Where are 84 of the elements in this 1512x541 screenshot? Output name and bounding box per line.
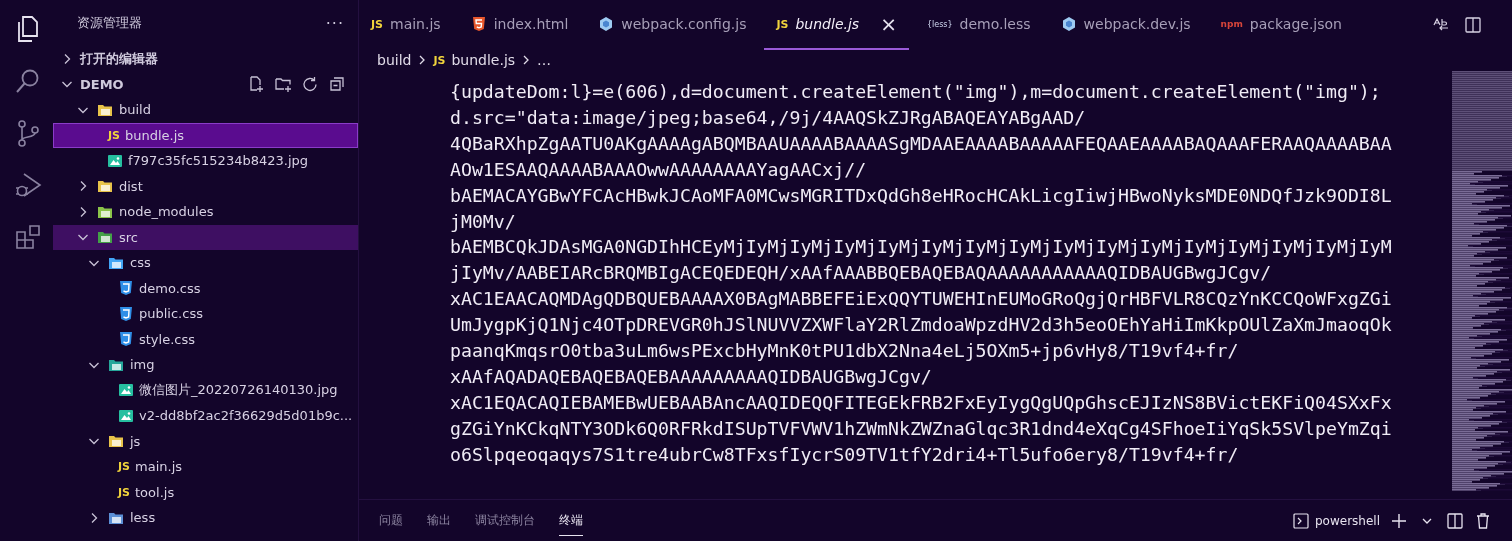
plus-icon[interactable] — [1390, 511, 1408, 530]
html-file-icon — [470, 16, 487, 32]
less-file-icon: {less} — [926, 19, 953, 29]
file-item[interactable]: JS tool.js — [53, 479, 358, 505]
section-header[interactable]: DEMO — [80, 76, 124, 92]
code-line: AOw1ESAAQAAAABAAAOwwAAAAAAAAYagAACxj// — [450, 157, 867, 182]
code-line: bAEMACAYGBwYFCAcHBwkJCAoMFA0MCwsMGRITDxQdGh8eHRocHCAkLicgIiwjHBwoNyksMDE0NDQfJzk9ODI8L — [450, 183, 1392, 208]
folder-item[interactable]: css — [53, 250, 358, 276]
editor-tab[interactable]: webpack.config.js — [586, 0, 759, 50]
terminal-name[interactable]: powershell — [1315, 513, 1380, 528]
cube-icon — [1060, 16, 1077, 32]
file-item[interactable]: public.css — [53, 301, 358, 327]
code-line: paanqKmqsrO0tba3uLm6wsPExcbHyMnK0tPU1dbX2Nna4eLj5OXm5+jp6vHy8/T19vf4+fr/ — [450, 339, 1239, 364]
code-line: gZGiYnKCkqNTY3ODk6Q0RFRkdISUpTVFVWV1hZWmNkZWZnaGlqc3R1dnd4eXqCg4SFhoeIiYqSk5SVlpeYmZqi — [450, 416, 1392, 441]
js-file-icon: JS — [118, 460, 130, 474]
sidebar-title: 资源管理器 — [77, 14, 142, 32]
more-actions-button[interactable]: ··· — [325, 13, 344, 33]
code-line: bAEMBCQkJDAsMGA0NGDIhHCEyMjIyMjIyMjIyMjIyMjIyMjIyMjIyMjIyMjIyMjIyMjIyMjIyMjIyMjIyMjIyM — [450, 235, 1392, 260]
folder-item[interactable]: build — [53, 97, 358, 123]
extensions-icon[interactable] — [13, 222, 43, 252]
code-line: o6Slpqeoqaqys7S1tre4ubrCw8TFxsfIycrS09TV1tfY2dri4+Tl5ufo6ery8/T19vf4+fr/ — [450, 442, 1239, 467]
breadcrumb-item[interactable]: … — [537, 52, 552, 68]
css-file-icon — [118, 305, 134, 322]
code-line: xAAfAQADAQEBAQEBAQEBAAAAAAAAAQIDBAUGBwgJCgv/ — [450, 364, 932, 389]
minimap-drawing[interactable] — [1452, 71, 1512, 491]
collapse-all-icon[interactable] — [328, 75, 346, 94]
panel-tab[interactable]: 调试控制台 — [475, 505, 535, 536]
split-terminal-icon[interactable] — [1446, 511, 1464, 530]
code-line: xAC1EQACAQIEBAMEBwUEBAABAncAAQIDEQQFITEGEkFRB2FxEyIygQgUQpGhscEJIzNS8BVictEKFiQ04SXxFx — [450, 390, 1392, 415]
image-file-icon — [118, 382, 134, 399]
folder-item[interactable]: src — [53, 224, 358, 250]
file-item[interactable]: JS bundle.js — [53, 122, 358, 148]
file-item[interactable]: demo.css — [53, 275, 358, 301]
cube-icon — [598, 16, 615, 32]
editor-tab[interactable]: JS bundle.js × — [764, 0, 909, 50]
panel-tab[interactable]: 问题 — [379, 505, 403, 536]
trash-icon[interactable] — [1474, 511, 1492, 530]
panel-tab[interactable]: 输出 — [427, 505, 451, 536]
code-line: UmJygpKjQ1Njc4OTpDREVGR0hJSlNUVVZXWFlaY2RlZmdoaWpzdHV2d3h5eoOEhYaHiImKkpOUlZaXmJmaoqOk — [450, 313, 1392, 338]
panel-tab[interactable]: 终端 — [559, 505, 583, 536]
terminal-icon — [1293, 512, 1309, 529]
folder-icon — [107, 433, 125, 450]
editor-tab[interactable]: webpack.dev.js — [1048, 0, 1203, 50]
folder-icon — [96, 178, 114, 195]
folder-item[interactable]: less — [53, 505, 358, 531]
js-file-icon: JS — [776, 17, 789, 31]
js-file-icon: JS — [371, 17, 383, 31]
new-folder-icon[interactable] — [274, 75, 292, 94]
folder-item[interactable]: js — [53, 428, 358, 454]
js-file-icon: JS — [118, 485, 130, 499]
file-item[interactable]: f797c35fc515234b8423.jpg — [53, 148, 358, 174]
code-line: {updateDom:l}=e(606),d=document.createElement("img"),m=document.createElement("img"); — [450, 80, 1381, 104]
folder-item[interactable]: img — [53, 352, 358, 378]
folder-item[interactable]: dist — [53, 173, 358, 199]
file-item[interactable]: v2-dd8bf2ac2f36629d5d01b9c... — [53, 403, 358, 429]
split-editor-icon[interactable] — [1464, 16, 1482, 34]
code-line: jM0Mv/ — [450, 209, 516, 234]
new-file-icon[interactable] — [247, 75, 265, 94]
js-file-icon: JS — [433, 53, 446, 67]
run-debug-icon[interactable] — [13, 170, 43, 200]
css-file-icon — [118, 280, 134, 297]
editor-tab[interactable]: index.html — [458, 0, 581, 50]
file-item[interactable]: JS main.js — [53, 454, 358, 480]
section-header[interactable]: 打开的编辑器 — [80, 49, 158, 68]
folder-item[interactable]: node_modules — [53, 199, 358, 225]
js-file-icon: JS — [108, 128, 120, 142]
editor-tab[interactable]: npm package.json — [1208, 0, 1354, 50]
image-file-icon — [118, 407, 134, 424]
code-line: xAC1EAACAQMDAgQDBQUEBAAAAX0BAgMABBEFEiExQQYTUWEHInEUMoGRoQgjQrHBFVLR8CQzYnKCCQoWFxgZGi — [450, 287, 1392, 312]
file-item[interactable]: 微信图片_20220726140130.jpg — [53, 377, 358, 403]
npm-icon: npm — [1220, 19, 1243, 29]
image-file-icon — [107, 152, 123, 169]
breadcrumb-item[interactable]: build — [377, 52, 412, 68]
code-line: d.src="data:image/jpeg;base64,/9j/4AAQSkZJRgABAQEAYABgAAD/ — [450, 105, 1086, 130]
code-line: jIyMv/AABEIARcBRQMBIgACEQEDEQH/xAAfAAABBQEBAQEBAQAAAAAAAAAAAQIDBAUGBwgJCgv/ — [450, 261, 1272, 286]
editor-tab[interactable]: {less} demo.less — [914, 0, 1043, 50]
refresh-icon[interactable] — [301, 75, 319, 94]
breadcrumb-item[interactable]: bundle.js — [451, 52, 516, 68]
editor-tab[interactable]: JS main.js — [359, 0, 453, 50]
folder-icon — [96, 229, 114, 246]
code-line: 4QBaRXhpZgAATU0AKgAAAAgABQMBAAUAAAABAAAASgMDAAEAAAABAAAAAFEQAAEAAAABAQAAAFERAAQAAAABAA — [450, 131, 1392, 156]
css-file-icon — [118, 331, 134, 348]
close-button[interactable]: × — [880, 12, 897, 36]
file-item[interactable]: style.css — [53, 326, 358, 352]
